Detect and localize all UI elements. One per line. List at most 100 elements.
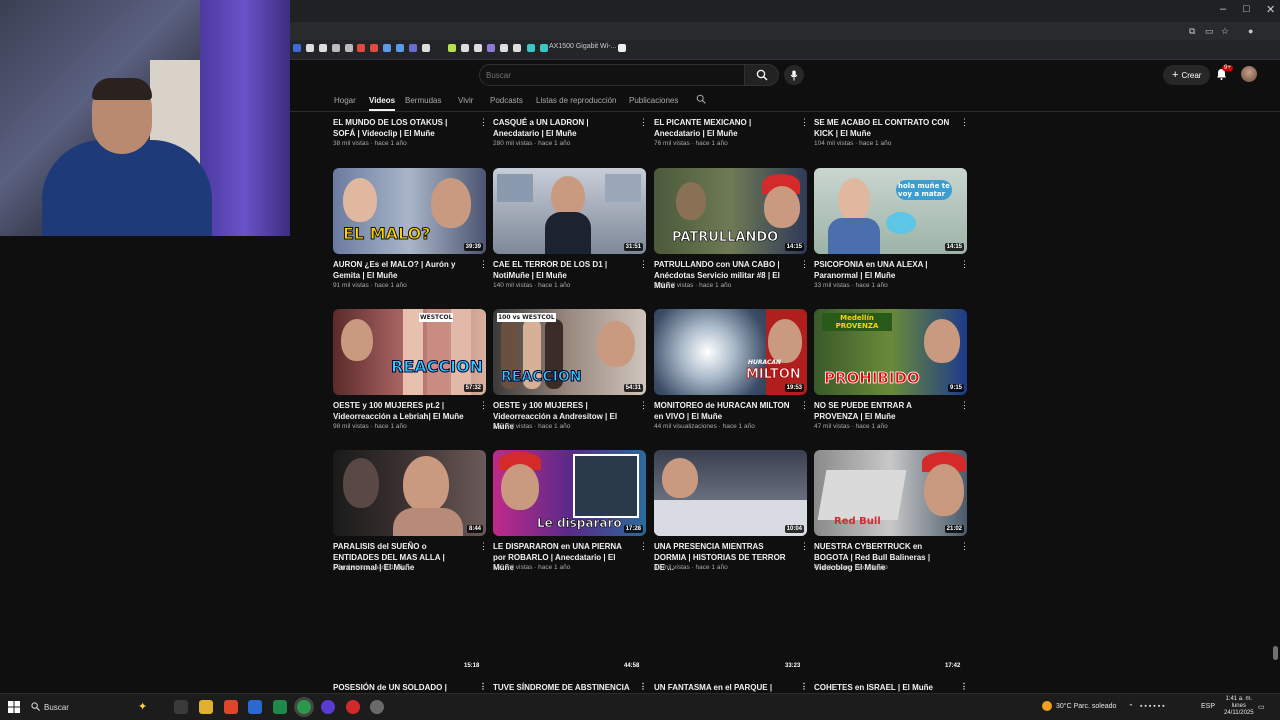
more-options-icon[interactable]: ⋮ [639, 118, 648, 130]
bookmark-icon[interactable] [357, 44, 365, 52]
extension-icon[interactable]: ⧉ [1189, 26, 1195, 37]
video-thumbnail[interactable]: Medellín PROVENZA PROHIBIDO 9:15 [814, 309, 967, 395]
tab-home[interactable]: Hogar [334, 96, 356, 105]
more-options-icon[interactable]: ⋮ [639, 401, 648, 413]
video-title[interactable]: AURON ¿Es el MALO? | Aurón y Gemita | El… [333, 260, 471, 281]
more-options-icon[interactable]: ⋮ [479, 542, 488, 554]
video-thumbnail[interactable]: PATRULLANDO 14:15 [654, 168, 807, 254]
more-options-icon[interactable]: ⋮ [479, 401, 488, 413]
more-options-icon[interactable]: ⋮ [479, 118, 488, 130]
search-button[interactable] [745, 64, 779, 86]
more-options-icon[interactable]: ⋮ [960, 682, 968, 691]
bookmark-label[interactable]: AX1500 Gigabit Wi-... [549, 43, 616, 50]
video-title[interactable]: CAE EL TERROR DE LOS D1 | NotiMuñe | El … [493, 260, 631, 281]
video-thumbnail[interactable]: 100 vs WESTCOL REACCION 54:31 [493, 309, 646, 395]
video-title[interactable]: OESTE y 100 MUJERES pt.2 | Videorreacció… [333, 401, 471, 422]
video-thumbnail[interactable]: HURACAN MILTON 19:53 [654, 309, 807, 395]
bookmark-icon[interactable] [618, 44, 626, 52]
video-card[interactable]: 31:51 CAE EL TERROR DE LOS D1 | NotiMuñe… [493, 168, 648, 289]
more-options-icon[interactable]: ⋮ [800, 401, 809, 413]
word-icon[interactable] [248, 700, 262, 714]
more-options-icon[interactable]: ⋮ [960, 401, 969, 413]
video-title[interactable]: POSESIÓN de UN SOLDADO | [333, 683, 447, 692]
video-thumbnail[interactable]: EL MALO? 39:39 [333, 168, 486, 254]
more-options-icon[interactable]: ⋮ [639, 260, 648, 272]
video-title[interactable]: EL MUNDO DE LOS OTAKUS | SOFÁ | Videocli… [333, 118, 471, 139]
create-button[interactable]: + Crear [1163, 65, 1211, 85]
tray-icons[interactable]: ▪ ▪ ▪ ▪ ▪ ▪ [1140, 703, 1165, 710]
more-options-icon[interactable]: ⋮ [639, 542, 648, 554]
bookmark-icon[interactable] [474, 44, 482, 52]
tab-videos[interactable]: Videos [369, 96, 395, 105]
video-card[interactable]: EL MALO? 39:39 AURON ¿Es el MALO? | Auró… [333, 168, 488, 289]
bookmark-icon[interactable] [513, 44, 521, 52]
profile-icon[interactable]: ● [1248, 26, 1253, 36]
more-options-icon[interactable]: ⋮ [960, 542, 969, 554]
video-thumbnail[interactable]: 10:04 [654, 450, 807, 536]
minimize-button[interactable]: – [1220, 3, 1226, 15]
video-card[interactable]: WESTCOL REACCION Pt 57:32 OESTE y 100 MU… [333, 309, 488, 430]
windows-start-icon[interactable] [8, 701, 20, 713]
video-thumbnail[interactable]: Le dispararo 17:28 [493, 450, 646, 536]
taskbar-clock[interactable]: 1:41 a. m. lunes 24/11/2025 [1224, 696, 1254, 717]
video-thumbnail[interactable]: WESTCOL REACCION Pt 57:32 [333, 309, 486, 395]
page-scrollbar[interactable] [1273, 646, 1278, 660]
bookmark-icon[interactable] [448, 44, 456, 52]
video-thumbnail[interactable]: hola muñe te voy a matar 14:15 [814, 168, 967, 254]
video-title[interactable]: SE ME ACABO EL CONTRATO CON KICK | El Mu… [814, 118, 952, 139]
bookmark-icon[interactable] [409, 44, 417, 52]
voice-search-button[interactable] [784, 65, 804, 85]
more-options-icon[interactable]: ⋮ [800, 542, 809, 554]
video-title[interactable]: CASQUÉ a UN LADRON | Anecdatario | El Mu… [493, 118, 631, 139]
bookmark-icon[interactable] [396, 44, 404, 52]
video-title[interactable]: PSICOFONIA en UNA ALEXA | Paranormal | E… [814, 260, 952, 281]
more-options-icon[interactable]: ⋮ [800, 260, 809, 272]
more-options-icon[interactable]: ⋮ [800, 682, 808, 691]
search-icon[interactable] [31, 702, 40, 711]
bookmark-icon[interactable] [383, 44, 391, 52]
video-title[interactable]: UN FANTASMA en el PARQUE | [654, 683, 772, 692]
video-thumbnail[interactable]: Red Bull 21:02 [814, 450, 967, 536]
tab-live[interactable]: Vivir [458, 96, 473, 105]
bookmark-icon[interactable] [332, 44, 340, 52]
bookmark-icon[interactable] [293, 44, 301, 52]
tab-podcasts[interactable]: Podcasts [490, 96, 523, 105]
video-card[interactable]: hola muñe te voy a matar 14:15 PSICOFONI… [814, 168, 969, 289]
star-icon[interactable]: ☆ [1221, 26, 1229, 37]
copilot-sparkle-icon[interactable]: ✦ [138, 700, 152, 714]
brave-browser-icon[interactable] [224, 700, 238, 714]
notification-center-icon[interactable]: ▭ [1258, 703, 1265, 711]
video-card[interactable]: Red Bull 21:02 NUESTRA CYBERTRUCK en BOG… [814, 450, 969, 572]
bookmark-icon[interactable] [422, 44, 430, 52]
video-title[interactable]: MONITOREO de HURACAN MILTON en VIVO | El… [654, 401, 792, 422]
more-options-icon[interactable]: ⋮ [960, 118, 969, 130]
video-card[interactable]: HURACAN MILTON 19:53 MONITOREO de HURACA… [654, 309, 809, 430]
video-card[interactable]: Medellín PROVENZA PROHIBIDO 9:15 NO SE P… [814, 309, 969, 430]
more-options-icon[interactable]: ⋮ [479, 682, 487, 691]
taskbar-search[interactable]: Buscar [44, 703, 69, 712]
cast-icon[interactable]: ▭ [1205, 26, 1214, 37]
video-title[interactable]: EL PICANTE MEXICANO | Anecdatario | El M… [654, 118, 792, 139]
chrome-icon[interactable] [297, 700, 311, 714]
video-title[interactable]: NO SE PUEDE ENTRAR A PROVENZA | El Muñe [814, 401, 952, 422]
tab-posts[interactable]: Publicaciones [629, 96, 678, 105]
avatar[interactable] [1241, 66, 1257, 82]
video-card[interactable]: Le dispararo 17:28 LE DISPARARON en UNA … [493, 450, 648, 572]
tab-shorts[interactable]: Bermudas [405, 96, 441, 105]
excel-icon[interactable] [273, 700, 287, 714]
bookmark-icon[interactable] [345, 44, 353, 52]
video-title[interactable]: TUVE SÍNDROME DE ABSTINENCIA [493, 683, 630, 692]
tab-playlists[interactable]: Listas de reproducción [536, 96, 617, 105]
settings-gear-icon[interactable] [370, 700, 384, 714]
bookmark-icon[interactable] [500, 44, 508, 52]
bookmark-icon[interactable] [461, 44, 469, 52]
tray-chevron-icon[interactable]: ⌃ [1128, 703, 1134, 711]
video-card[interactable]: 10:04 UNA PRESENCIA MIENTRAS DORMIA | HI… [654, 450, 809, 572]
more-options-icon[interactable]: ⋮ [639, 682, 647, 691]
video-title[interactable]: COHETES en ISRAEL | El Muñe [814, 683, 933, 692]
video-thumbnail[interactable]: 8:44 [333, 450, 486, 536]
tab-search[interactable] [696, 94, 706, 106]
bookmark-icon[interactable] [540, 44, 548, 52]
video-thumbnail[interactable]: 31:51 [493, 168, 646, 254]
bookmark-icon[interactable] [306, 44, 314, 52]
